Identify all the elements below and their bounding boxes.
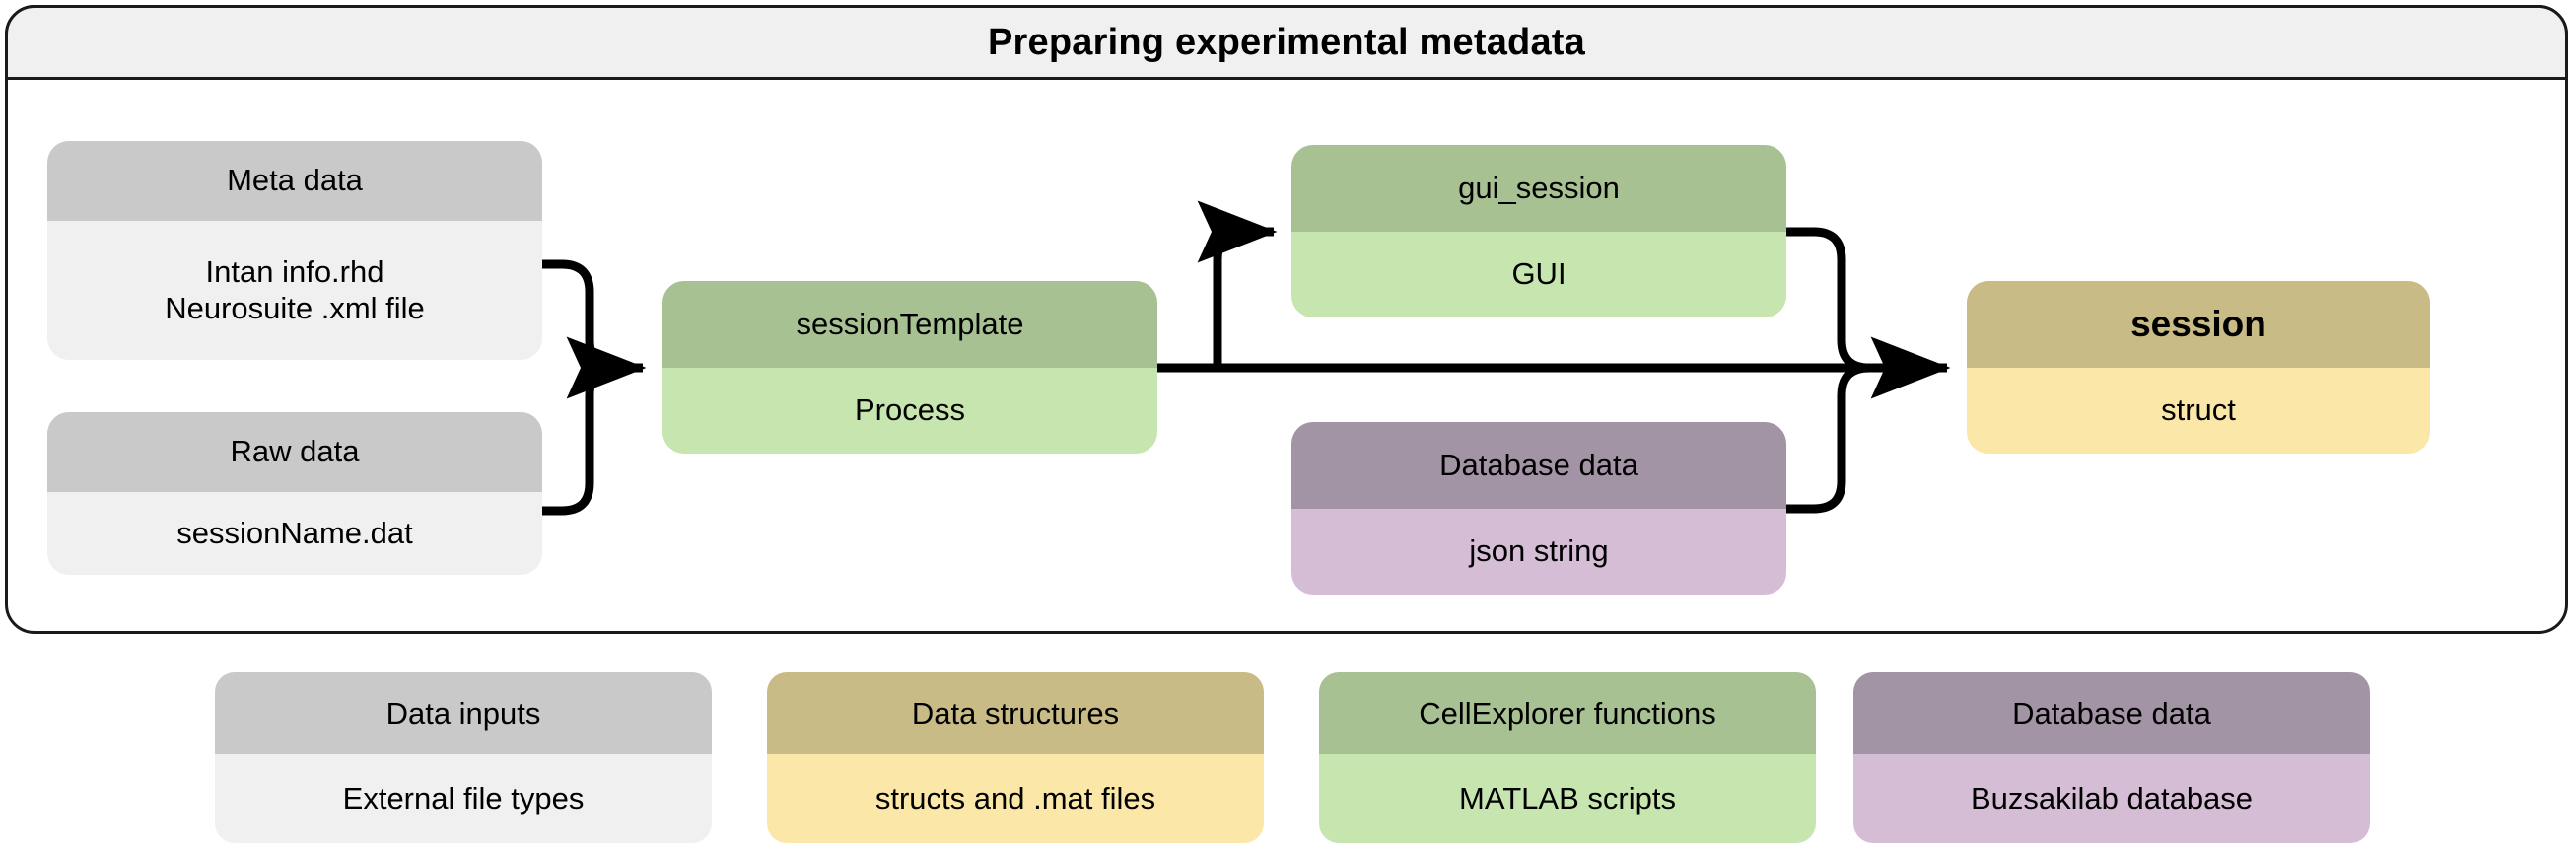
node-meta-data-subtitle: Intan info.rhd Neurosuite .xml file — [47, 221, 542, 360]
legend: Data inputs External file types Data str… — [0, 672, 2576, 846]
connector-rawdata-to-sessiontemplate — [542, 363, 631, 516]
node-database-data-subtitle: json string — [1291, 509, 1786, 595]
node-database-data-title: Database data — [1291, 422, 1786, 509]
node-gui-session-title: gui_session — [1291, 145, 1786, 232]
legend-item-cellexplorer-functions-subtitle: MATLAB scripts — [1319, 754, 1816, 843]
node-session-template-title: sessionTemplate — [662, 281, 1157, 368]
legend-item-data-structures-subtitle: structs and .mat files — [767, 754, 1264, 843]
legend-item-database-data-title: Database data — [1853, 672, 2370, 754]
connector-databasedata-to-session — [1786, 363, 1883, 514]
legend-item-database-data: Database data Buzsakilab database — [1853, 672, 2370, 843]
legend-item-data-structures: Data structures structs and .mat files — [767, 672, 1264, 843]
node-raw-data[interactable]: Raw data sessionName.dat — [47, 412, 542, 575]
node-gui-session[interactable]: gui_session GUI — [1291, 145, 1786, 317]
node-raw-data-title: Raw data — [47, 412, 542, 492]
legend-item-data-inputs-title: Data inputs — [215, 672, 712, 754]
node-session-template[interactable]: sessionTemplate Process — [662, 281, 1157, 454]
node-session-subtitle: struct — [1967, 368, 2430, 454]
connector-metadata-to-sessiontemplate — [542, 259, 631, 373]
diagram-canvas: Preparing experimental metadata Meta dat… — [0, 0, 2576, 846]
node-session-title: session — [1967, 281, 2430, 368]
node-gui-session-subtitle: GUI — [1291, 232, 1786, 317]
connector-sessiontemplate-to-guisession — [1213, 227, 1260, 369]
legend-item-cellexplorer-functions-title: CellExplorer functions — [1319, 672, 1816, 754]
node-session-template-subtitle: Process — [662, 368, 1157, 454]
node-raw-data-subtitle: sessionName.dat — [47, 492, 542, 575]
node-session[interactable]: session struct — [1967, 281, 2430, 454]
legend-item-cellexplorer-functions: CellExplorer functions MATLAB scripts — [1319, 672, 1816, 843]
connector-guisession-to-session — [1786, 227, 1883, 373]
legend-item-data-inputs-subtitle: External file types — [215, 754, 712, 843]
node-meta-data-title: Meta data — [47, 141, 542, 221]
legend-item-data-structures-title: Data structures — [767, 672, 1264, 754]
legend-item-database-data-subtitle: Buzsakilab database — [1853, 754, 2370, 843]
node-database-data[interactable]: Database data json string — [1291, 422, 1786, 595]
node-meta-data[interactable]: Meta data Intan info.rhd Neurosuite .xml… — [47, 141, 542, 360]
legend-item-data-inputs: Data inputs External file types — [215, 672, 712, 843]
